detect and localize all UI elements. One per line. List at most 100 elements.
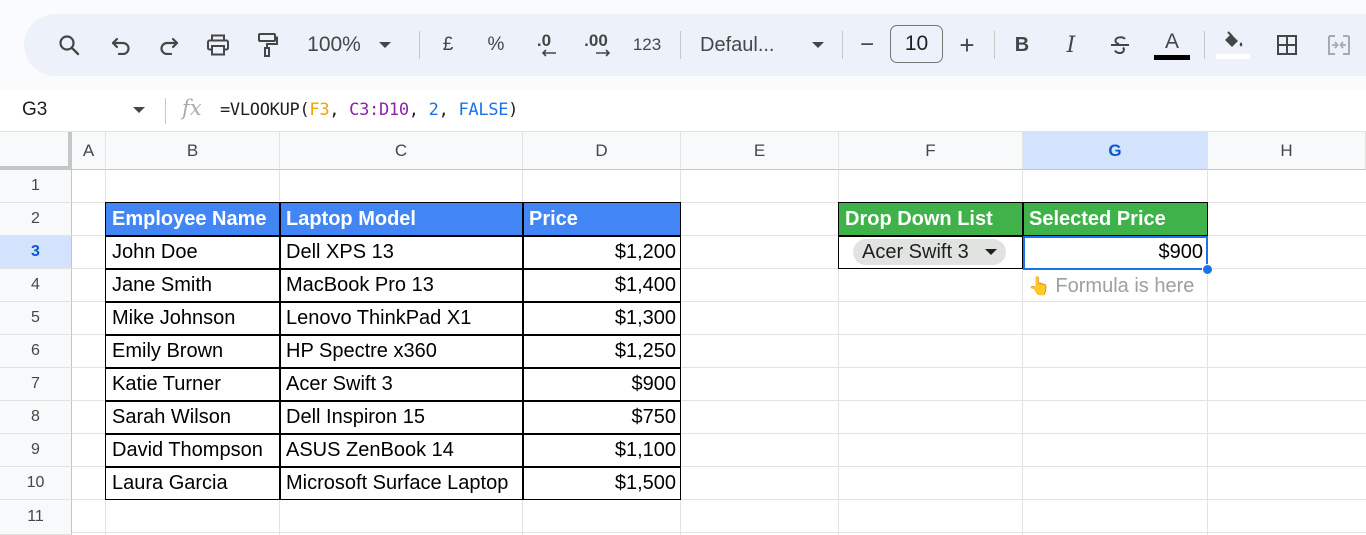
table-cell-laptop[interactable]: Microsoft Surface Laptop <box>280 467 523 500</box>
chevron-down-icon[interactable] <box>133 107 145 113</box>
table-cell-price[interactable]: $1,500 <box>523 467 681 500</box>
formula-function: =VLOOKUP( <box>220 100 310 120</box>
table-cell-employee[interactable]: Emily Brown <box>106 335 280 368</box>
text-color-button[interactable]: A <box>1154 14 1190 76</box>
table-cell-laptop[interactable]: Acer Swift 3 <box>280 368 523 401</box>
column-header-c[interactable]: C <box>280 132 523 170</box>
toolbar-divider <box>842 31 843 59</box>
minus-icon: − <box>859 31 874 58</box>
row-header-11[interactable]: 11 <box>0 500 72 535</box>
table-cell-employee[interactable]: Laura Garcia <box>106 467 280 500</box>
table-cell-laptop[interactable]: Dell XPS 13 <box>280 236 523 269</box>
table-cell-laptop[interactable]: Dell Inspiron 15 <box>280 401 523 434</box>
fill-color-button[interactable] <box>1216 14 1250 76</box>
row-header-10[interactable]: 10 <box>0 467 72 500</box>
fill-handle[interactable] <box>1202 264 1213 275</box>
percent-format-button[interactable]: % <box>482 14 510 76</box>
italic-button[interactable]: I <box>1057 14 1085 76</box>
column-header-g[interactable]: G <box>1023 132 1208 170</box>
table-cell-employee[interactable]: Katie Turner <box>106 368 280 401</box>
column-header-h[interactable]: H <box>1208 132 1366 170</box>
table-cell-price[interactable]: $1,300 <box>523 302 681 335</box>
toolbar-divider <box>419 31 420 59</box>
decrease-font-size-button[interactable]: − <box>854 14 880 76</box>
row-header-1[interactable]: 1 <box>0 170 72 203</box>
row-header-6[interactable]: 6 <box>0 335 72 368</box>
row-header-4[interactable]: 4 <box>0 269 72 302</box>
table-cell-price[interactable]: $750 <box>523 401 681 434</box>
formula-bar-divider <box>165 98 166 124</box>
row-header-8[interactable]: 8 <box>0 401 72 434</box>
fill-color-swatch <box>1216 54 1250 59</box>
zoom-select[interactable]: 100% <box>300 14 398 76</box>
font-size-value: 10 <box>904 32 929 55</box>
more-formats-button[interactable]: 123 <box>628 14 666 76</box>
table-cell-price[interactable]: $1,400 <box>523 269 681 302</box>
dropdown-chip[interactable]: Acer Swift 3 <box>853 239 1006 265</box>
formula-separator: , <box>408 100 429 120</box>
row-header-2[interactable]: 2 <box>0 203 72 236</box>
formula-bar: G3 fx =VLOOKUP(F3, C3:D10, 2, FALSE) <box>0 90 1366 132</box>
table-cell-employee[interactable]: John Doe <box>106 236 280 269</box>
strikethrough-button[interactable] <box>1106 14 1134 76</box>
paint-format-button[interactable] <box>252 14 282 76</box>
row-header-7[interactable]: 7 <box>0 368 72 401</box>
column-header-f[interactable]: F <box>839 132 1023 170</box>
table-header-laptop[interactable]: Laptop Model <box>280 203 523 236</box>
column-header-d[interactable]: D <box>523 132 681 170</box>
currency-format-button[interactable]: £ <box>434 14 462 76</box>
table-cell-employee[interactable]: Jane Smith <box>106 269 280 302</box>
selected-price-header[interactable]: Selected Price <box>1023 203 1208 236</box>
select-all-corner[interactable] <box>0 132 72 170</box>
table-cell-price[interactable]: $1,250 <box>523 335 681 368</box>
font-family-select[interactable]: Defaul... <box>700 14 824 76</box>
table-cell-price[interactable]: $900 <box>523 368 681 401</box>
table-cell-laptop[interactable]: MacBook Pro 13 <box>280 269 523 302</box>
table-cell-price[interactable]: $1,100 <box>523 434 681 467</box>
dropdown-header[interactable]: Drop Down List <box>839 203 1023 236</box>
dropdown-value: Acer Swift 3 <box>862 240 969 263</box>
row-header-3[interactable]: 3 <box>0 236 72 269</box>
search-menus-button[interactable] <box>54 14 84 76</box>
bold-button[interactable]: B <box>1008 14 1036 76</box>
chevron-down-icon <box>378 42 391 48</box>
table-cell-laptop[interactable]: ASUS ZenBook 14 <box>280 434 523 467</box>
formula-close: ) <box>508 100 519 120</box>
decrease-decimal-button[interactable]: .0 <box>527 14 561 76</box>
formula-arg-index: 2 <box>428 100 439 120</box>
row-header-5[interactable]: 5 <box>0 302 72 335</box>
table-header-employee[interactable]: Employee Name <box>106 203 280 236</box>
strikethrough-icon <box>1111 36 1129 55</box>
print-button[interactable] <box>202 14 234 76</box>
merge-cells-button[interactable] <box>1324 14 1354 76</box>
table-border <box>105 400 681 402</box>
row-header-9[interactable]: 9 <box>0 434 72 467</box>
merge-cells-icon <box>1328 35 1350 55</box>
formula-input[interactable]: =VLOOKUP(F3, C3:D10, 2, FALSE) <box>220 100 518 120</box>
increase-decimal-button[interactable]: .00 <box>576 14 616 76</box>
column-header-b[interactable]: B <box>106 132 280 170</box>
formula-separator: , <box>329 100 350 120</box>
formula-separator: , <box>438 100 459 120</box>
spreadsheet-grid: A B C D E F G H 1 2 3 4 5 6 7 8 9 10 11 … <box>0 132 1366 535</box>
paint-format-icon <box>258 33 278 57</box>
increase-font-size-button[interactable]: + <box>954 14 980 76</box>
increase-decimal-label: .00 <box>584 31 608 50</box>
column-header-e[interactable]: E <box>681 132 839 170</box>
undo-button[interactable] <box>106 14 136 76</box>
arrow-right-icon <box>596 49 611 57</box>
column-header-a[interactable]: A <box>72 132 106 170</box>
table-cell-laptop[interactable]: Lenovo ThinkPad X1 <box>280 302 523 335</box>
table-border <box>105 466 681 468</box>
table-cell-employee[interactable]: Mike Johnson <box>106 302 280 335</box>
table-cell-price[interactable]: $1,200 <box>523 236 681 269</box>
borders-button[interactable] <box>1272 14 1302 76</box>
table-cell-employee[interactable]: Sarah Wilson <box>106 401 280 434</box>
font-size-input[interactable]: 10 <box>890 25 943 63</box>
table-cell-laptop[interactable]: HP Spectre x360 <box>280 335 523 368</box>
text-color-icon: A <box>1164 29 1179 53</box>
table-header-price[interactable]: Price <box>523 203 681 236</box>
redo-button[interactable] <box>154 14 184 76</box>
name-box[interactable]: G3 <box>22 99 47 121</box>
table-cell-employee[interactable]: David Thompson <box>106 434 280 467</box>
